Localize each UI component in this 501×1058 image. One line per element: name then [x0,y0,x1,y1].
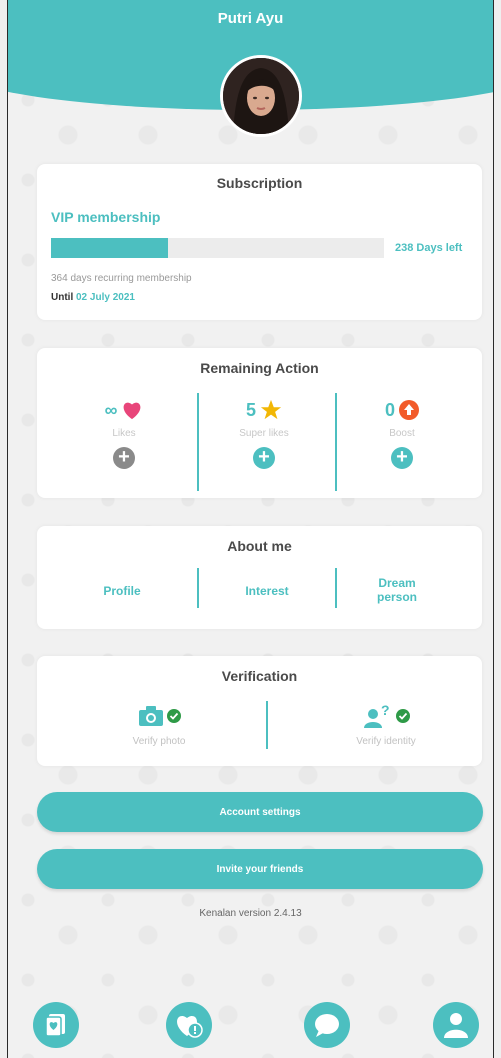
divider [266,701,268,749]
chat-icon [315,1014,339,1037]
boost-column: 0 Boost + [342,398,462,469]
until-date: 02 July 2021 [76,292,135,303]
nav-profile-button[interactable] [433,1002,479,1048]
until-prefix: Until [51,292,74,303]
interest-link[interactable]: Interest [222,584,312,598]
add-super-likes-button[interactable]: + [253,447,275,469]
header [8,0,493,55]
avatar[interactable] [220,55,302,137]
add-likes-button[interactable]: + [113,447,135,469]
svg-text:?: ? [381,704,390,718]
membership-plan: VIP membership [51,209,161,225]
boost-label: Boost [389,428,415,439]
remaining-action-card: Remaining Action ∞ Likes + 5 Super likes… [37,348,482,498]
dream-person-link[interactable]: Dream person [357,576,437,604]
cards-icon [45,1014,65,1037]
membership-progress-fill [51,238,168,258]
app-frame: Putri Ayu Subscription VIP membership 23… [7,0,494,1058]
super-likes-count: 5 [245,399,256,420]
check-icon [395,709,410,723]
verify-identity[interactable]: ? Verify identity [311,704,461,747]
super-likes-column: 5 Super likes + [204,398,324,469]
user-name: Putri Ayu [217,10,284,27]
verify-photo[interactable]: Verify photo [84,704,234,747]
remaining-action-title: Remaining Action [200,360,319,376]
invite-friends-button[interactable]: Invite your friends [37,849,483,889]
divider [335,393,337,491]
verify-identity-label: Verify identity [356,736,416,747]
add-boost-button[interactable]: + [391,447,413,469]
divider [197,568,199,608]
recurring-text: 364 days recurring membership [51,273,192,284]
check-icon [166,709,181,723]
verification-card: Verification Verify photo ? Verify ident… [37,656,482,766]
membership-progress [51,238,384,258]
verify-photo-label: Verify photo [132,736,186,747]
about-me-title: About me [227,538,292,554]
heart-icon [124,402,141,420]
account-settings-button[interactable]: Account settings [37,792,483,832]
days-left: 238 Days left [395,242,463,254]
boost-count: 0 [384,399,395,420]
profile-icon [444,1013,468,1038]
liked-me-icon [177,1016,203,1038]
nav-cards-button[interactable] [33,1002,79,1048]
until-text: Until 02 July 2021 [51,292,135,303]
star-icon [260,399,282,420]
nav-chat-button[interactable] [304,1002,350,1048]
verification-title: Verification [221,668,298,684]
subscription-title: Subscription [216,175,303,191]
about-me-card: About me Profile Interest Dream person [37,526,482,629]
likes-label: Likes [112,428,136,439]
super-likes-label: Super likes [239,428,289,439]
divider [197,393,199,491]
likes-count: ∞ [104,399,118,420]
nav-liked-me-button[interactable] [166,1002,212,1048]
likes-column: ∞ Likes + [64,398,184,469]
camera-icon [138,706,163,726]
divider [335,568,337,608]
subscription-card: Subscription VIP membership 238 Days lef… [37,164,482,320]
boost-icon [399,400,419,420]
app-version: Kenalan version 2.4.13 [199,908,302,919]
profile-link[interactable]: Profile [82,584,162,598]
identity-icon: ? [363,704,390,728]
